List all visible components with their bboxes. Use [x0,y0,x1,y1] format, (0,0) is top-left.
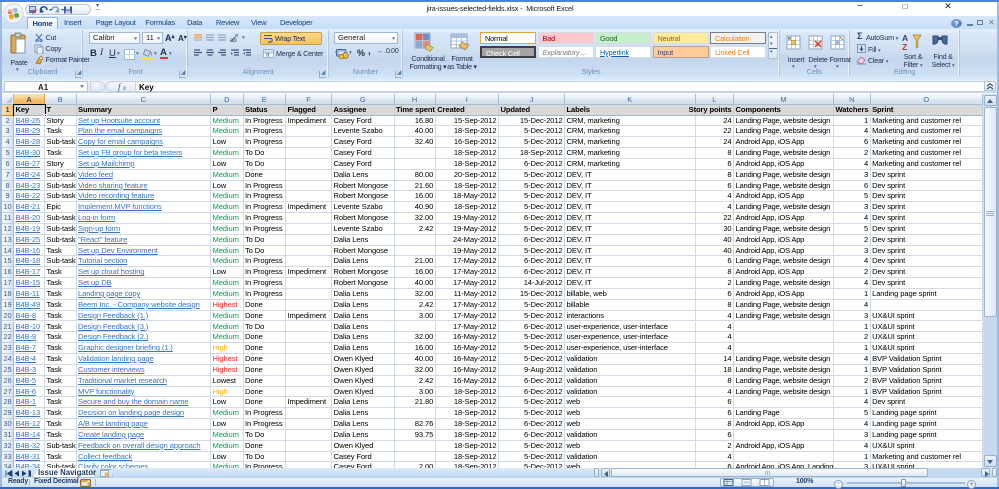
svg-text:Z: Z [902,42,907,52]
svg-text:ab: ab [230,38,237,43]
